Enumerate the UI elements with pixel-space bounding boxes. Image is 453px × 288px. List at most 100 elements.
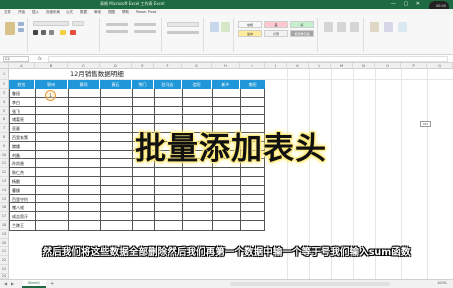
column-header-k[interactable]: K bbox=[287, 63, 309, 69]
column-header-m[interactable]: M bbox=[331, 63, 353, 69]
fill-color-icon[interactable] bbox=[60, 30, 66, 35]
bold-icon[interactable] bbox=[33, 30, 38, 35]
name-cell[interactable]: 张飞 bbox=[12, 109, 20, 115]
name-cell[interactable]: 亚瑟 bbox=[12, 126, 20, 132]
row-header-12[interactable]: 12 bbox=[0, 168, 9, 177]
name-cell[interactable]: 百里玄策 bbox=[12, 135, 28, 141]
sheet-nav-left-icon[interactable]: ◀ bbox=[4, 281, 7, 286]
row-header-3[interactable]: 3 bbox=[0, 89, 9, 98]
style-calculation[interactable]: 计算 bbox=[264, 30, 288, 37]
font-color-icon[interactable] bbox=[70, 30, 76, 35]
row-header-23[interactable]: 23 bbox=[0, 265, 9, 274]
fx-icon[interactable]: fx bbox=[38, 56, 42, 61]
row-header-6[interactable]: 6 bbox=[0, 115, 9, 125]
name-cell[interactable]: 兰陵王 bbox=[12, 223, 24, 229]
autosum-icon[interactable] bbox=[370, 22, 379, 32]
header-cell-jingmen[interactable]: 荆门 bbox=[132, 80, 154, 89]
paste-options-icon[interactable]: Ctrl bbox=[420, 121, 431, 127]
table-row[interactable]: 杨戬 bbox=[10, 177, 264, 186]
table-row[interactable]: 张飞 bbox=[10, 107, 264, 116]
name-cell[interactable]: 杨戬 bbox=[12, 179, 20, 185]
paste-icon[interactable] bbox=[5, 22, 15, 35]
name-box[interactable]: C2 bbox=[3, 56, 29, 62]
row-header-14[interactable]: 14 bbox=[0, 185, 9, 195]
name-cell[interactable]: 孙尚香 bbox=[12, 161, 24, 167]
header-cell-zhumadian[interactable]: 驻马店 bbox=[154, 80, 182, 89]
header-cell-xinyang[interactable]: 信阳 bbox=[182, 80, 212, 89]
name-cell[interactable]: 鲁班 bbox=[12, 91, 20, 97]
row-header-4[interactable]: 4 bbox=[0, 97, 9, 107]
column-header-h[interactable]: H bbox=[212, 63, 240, 69]
table-row[interactable]: 兰陵王 bbox=[10, 221, 264, 230]
name-cell[interactable]: 嫦娥 bbox=[12, 144, 20, 150]
column-header-q[interactable]: Q bbox=[427, 63, 453, 69]
window-controls[interactable]: — ▢ ✕ bbox=[391, 1, 423, 7]
row-header-17[interactable]: 17 bbox=[0, 212, 9, 221]
sheet-tab-sheet1[interactable]: Sheet1 bbox=[22, 280, 46, 288]
table-row[interactable]: 曹操 bbox=[10, 186, 264, 195]
header-cell-huangshi[interactable]: 黄石 bbox=[100, 80, 132, 89]
name-cell[interactable]: 成吉思汗 bbox=[12, 214, 28, 220]
row-header-11[interactable]: 11 bbox=[0, 159, 9, 169]
horizontal-scrollbar[interactable] bbox=[230, 282, 390, 286]
column-header-j[interactable]: J bbox=[265, 63, 287, 69]
style-neutral[interactable]: 适中 bbox=[238, 30, 262, 37]
row-header-16[interactable]: 16 bbox=[0, 203, 9, 213]
menu-power-pivot[interactable]: Power Pivot bbox=[136, 10, 156, 14]
header-cell-nanyang[interactable]: 南阳 bbox=[240, 80, 265, 89]
name-cell[interactable]: 曹操 bbox=[12, 188, 20, 194]
column-header-i[interactable]: I bbox=[240, 63, 265, 69]
cut-icon[interactable] bbox=[18, 22, 24, 26]
underline-icon[interactable] bbox=[49, 30, 54, 35]
row-header-5[interactable]: 5 bbox=[0, 106, 9, 116]
header-cell-ezhou[interactable]: 鄂州 bbox=[35, 80, 68, 89]
column-header-p[interactable]: P bbox=[401, 63, 427, 69]
column-header-g[interactable]: G bbox=[182, 63, 212, 69]
conditional-format-icon[interactable] bbox=[210, 22, 219, 32]
insert-cells-icon[interactable] bbox=[324, 22, 333, 32]
name-cell[interactable]: 刘备 bbox=[12, 153, 20, 159]
row-header-13[interactable]: 13 bbox=[0, 177, 9, 186]
name-cell[interactable]: 百里守约 bbox=[12, 197, 28, 203]
row-header-15[interactable]: 15 bbox=[0, 194, 9, 204]
row-header-2[interactable]: 2 bbox=[0, 80, 9, 89]
style-good[interactable]: 好 bbox=[290, 21, 314, 28]
copy-icon[interactable] bbox=[18, 28, 24, 32]
column-header-b[interactable]: B bbox=[35, 63, 68, 69]
column-header-n[interactable]: N bbox=[353, 63, 375, 69]
formula-input[interactable] bbox=[48, 56, 448, 62]
row-header-8[interactable]: 8 bbox=[0, 133, 9, 142]
delete-cells-icon[interactable] bbox=[337, 22, 346, 32]
style-normal[interactable]: 常规 bbox=[238, 21, 262, 28]
add-sheet-button[interactable]: + bbox=[50, 281, 54, 287]
row-header-19[interactable]: 19 bbox=[0, 229, 9, 239]
row-header-9[interactable]: 9 bbox=[0, 141, 9, 151]
table-row[interactable]: 百里守约 bbox=[10, 195, 264, 204]
header-cell-huanggang[interactable]: 黄冈 bbox=[68, 80, 100, 89]
table-row[interactable]: 狄仁杰 bbox=[10, 168, 264, 177]
format-cells-icon[interactable] bbox=[350, 22, 359, 32]
table-row[interactable]: 猪八戒 bbox=[10, 203, 264, 213]
column-header-o[interactable]: O bbox=[375, 63, 401, 69]
table-row[interactable]: 成吉思汗 bbox=[10, 212, 264, 221]
font-size-select[interactable] bbox=[72, 21, 84, 26]
name-cell[interactable]: 狄仁杰 bbox=[12, 170, 24, 176]
row-header-18[interactable]: 18 bbox=[0, 221, 9, 230]
row-header-1[interactable]: 1 bbox=[0, 69, 9, 80]
row-header-10[interactable]: 10 bbox=[0, 150, 9, 160]
sort-filter-icon[interactable] bbox=[384, 22, 393, 32]
font-family-select[interactable] bbox=[33, 21, 69, 26]
italic-icon[interactable] bbox=[41, 30, 46, 35]
style-bad[interactable]: 差 bbox=[264, 21, 288, 28]
name-cell[interactable]: 猪八戒 bbox=[12, 205, 24, 211]
header-cell-name[interactable]: 姓名 bbox=[9, 80, 35, 89]
style-check-cell[interactable]: 检查单元格 bbox=[290, 30, 314, 37]
sheet-nav-right-icon[interactable]: ▶ bbox=[11, 281, 14, 286]
name-cell[interactable]: 李白 bbox=[12, 100, 20, 106]
column-header-a[interactable]: A bbox=[9, 63, 35, 69]
table-format-icon[interactable] bbox=[221, 22, 230, 32]
row-header-7[interactable]: 7 bbox=[0, 124, 9, 133]
find-select-icon[interactable] bbox=[398, 22, 407, 32]
name-cell[interactable]: 诸葛亮 bbox=[12, 117, 24, 123]
zoom-level[interactable]: 100% bbox=[437, 281, 447, 285]
